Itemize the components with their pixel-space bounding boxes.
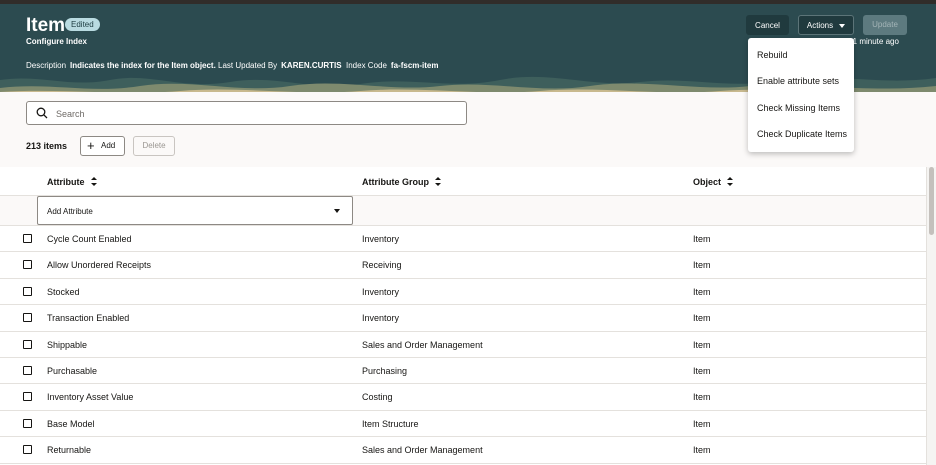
add-label: Add	[101, 141, 116, 150]
page-title: Item	[26, 15, 66, 36]
attribute-cell: Shippable	[47, 339, 88, 350]
attribute-cell: Transaction Enabled	[47, 313, 130, 324]
table-row[interactable]: Purchasable Purchasing Item	[0, 357, 926, 385]
row-checkbox[interactable]	[23, 286, 32, 296]
last-updated-value: KAREN.CURTIS	[281, 61, 342, 70]
search-icon	[36, 107, 48, 119]
sort-icon[interactable]	[727, 177, 734, 186]
table-row[interactable]: Shippable Sales and Order Management Item	[0, 331, 926, 358]
table-row[interactable]: Inventory Asset Value Costing Item	[0, 384, 926, 411]
table-row[interactable]: Stocked Inventory Item	[0, 278, 926, 306]
table-body: Cycle Count Enabled Inventory Item Allow U…	[0, 226, 926, 464]
row-checkbox[interactable]	[23, 339, 32, 349]
attribute-group-cell: Sales and Order Management	[362, 339, 483, 350]
add-attribute-placeholder: Add Attribute	[47, 207, 93, 216]
column-header-attribute-group[interactable]: Attribute Group	[362, 177, 441, 187]
object-cell: Item	[693, 234, 711, 244]
description-label: Description	[26, 61, 67, 70]
cancel-button[interactable]: Cancel	[746, 15, 789, 35]
menu-item-rebuild[interactable]: Rebuild	[757, 50, 788, 60]
attribute-group-cell: Inventory	[362, 286, 400, 297]
row-checkbox[interactable]	[23, 234, 32, 243]
row-checkbox[interactable]	[23, 392, 32, 402]
object-cell: Item	[693, 365, 711, 376]
plus-icon: +	[87, 138, 95, 153]
attribute-cell: Allow Unordered Receipts	[47, 260, 152, 271]
index-code-meta: Index Code fa-fscm-item	[346, 61, 439, 70]
row-checkbox[interactable]	[23, 313, 32, 323]
add-attribute-row: Add Attribute	[0, 196, 926, 226]
attribute-cell: Purchasable	[47, 365, 98, 376]
index-code-value: fa-fscm-item	[390, 61, 439, 70]
page-subtitle: Configure Index	[26, 37, 87, 46]
chevron-down-icon	[839, 23, 846, 28]
vertical-scrollbar[interactable]	[926, 167, 936, 465]
table-row[interactable]: Base Model Item Structure Item	[0, 410, 926, 438]
column-header-attribute[interactable]: Attribute	[47, 177, 97, 187]
menu-item-enable-attribute-sets[interactable]: Enable attribute sets	[757, 76, 839, 86]
attribute-group-cell: Receiving	[362, 260, 402, 271]
table-row[interactable]: Allow Unordered Receipts Receiving Item	[0, 252, 926, 279]
actions-dropdown-menu: Rebuild Enable attribute sets Check Miss…	[748, 38, 854, 152]
attribute-cell: Base Model	[47, 418, 95, 429]
last-updated-meta: Last Updated By KAREN.CURTIS	[218, 61, 342, 70]
actions-label: Actions	[806, 21, 834, 30]
menu-item-check-missing-items[interactable]: Check Missing Items	[757, 103, 840, 113]
attribute-cell: Stocked	[47, 286, 80, 297]
search-input[interactable]: Search	[26, 101, 467, 125]
table-row[interactable]: Transaction Enabled Inventory Item	[0, 305, 926, 332]
attribute-group-cell: Purchasing	[362, 365, 408, 376]
row-checkbox[interactable]	[23, 445, 32, 455]
attribute-cell: Inventory Asset Value	[47, 392, 134, 403]
table-header: Attribute Attribute Group Object	[0, 167, 926, 196]
column-label: Object	[693, 177, 722, 187]
sort-icon[interactable]	[435, 177, 441, 186]
attribute-group-cell: Inventory	[362, 234, 400, 244]
object-cell: Item	[693, 339, 711, 350]
attribute-group-cell: Sales and Order Management	[362, 445, 483, 456]
table-row[interactable]: Returnable Sales and Order Management Item	[0, 437, 926, 464]
row-checkbox[interactable]	[23, 260, 32, 270]
attribute-cell: Cycle Count Enabled	[47, 234, 132, 244]
row-checkbox[interactable]	[23, 365, 32, 375]
column-header-object[interactable]: Object	[693, 177, 734, 187]
last-updated-label: Last Updated By	[218, 61, 278, 70]
attribute-group-cell: Item Structure	[362, 418, 419, 429]
object-cell: Item	[693, 445, 711, 456]
description-meta: Description Indicates the index for the I…	[26, 61, 216, 70]
attribute-cell: Returnable	[47, 445, 92, 456]
object-cell: Item	[693, 286, 711, 297]
menu-item-check-duplicate-items[interactable]: Check Duplicate Items	[757, 129, 847, 139]
search-placeholder: Search	[56, 109, 85, 119]
attribute-group-cell: Costing	[362, 392, 393, 403]
column-label: Attribute	[47, 177, 85, 187]
row-checkbox[interactable]	[23, 418, 32, 428]
column-label: Attribute Group	[362, 177, 429, 187]
status-badge: Edited	[65, 18, 100, 31]
update-button[interactable]: Update	[863, 15, 907, 35]
actions-menu-button[interactable]: Actions	[798, 15, 854, 35]
table-row[interactable]: Cycle Count Enabled Inventory Item	[0, 226, 926, 253]
description-value: Indicates the index for the Item object.	[70, 61, 216, 70]
add-button[interactable]: + Add	[80, 136, 125, 156]
delete-button[interactable]: Delete	[133, 136, 175, 156]
scrollbar-thumb[interactable]	[929, 167, 934, 235]
chevron-down-icon	[334, 209, 340, 213]
index-code-label: Index Code	[346, 61, 387, 70]
object-cell: Item	[693, 313, 711, 324]
add-attribute-select[interactable]: Add Attribute	[37, 196, 353, 225]
attribute-group-cell: Inventory	[362, 313, 400, 324]
object-cell: Item	[693, 392, 711, 403]
item-count: 213 items	[26, 141, 68, 151]
object-cell: Item	[693, 418, 711, 429]
sort-icon[interactable]	[90, 177, 97, 186]
object-cell: Item	[693, 260, 711, 271]
